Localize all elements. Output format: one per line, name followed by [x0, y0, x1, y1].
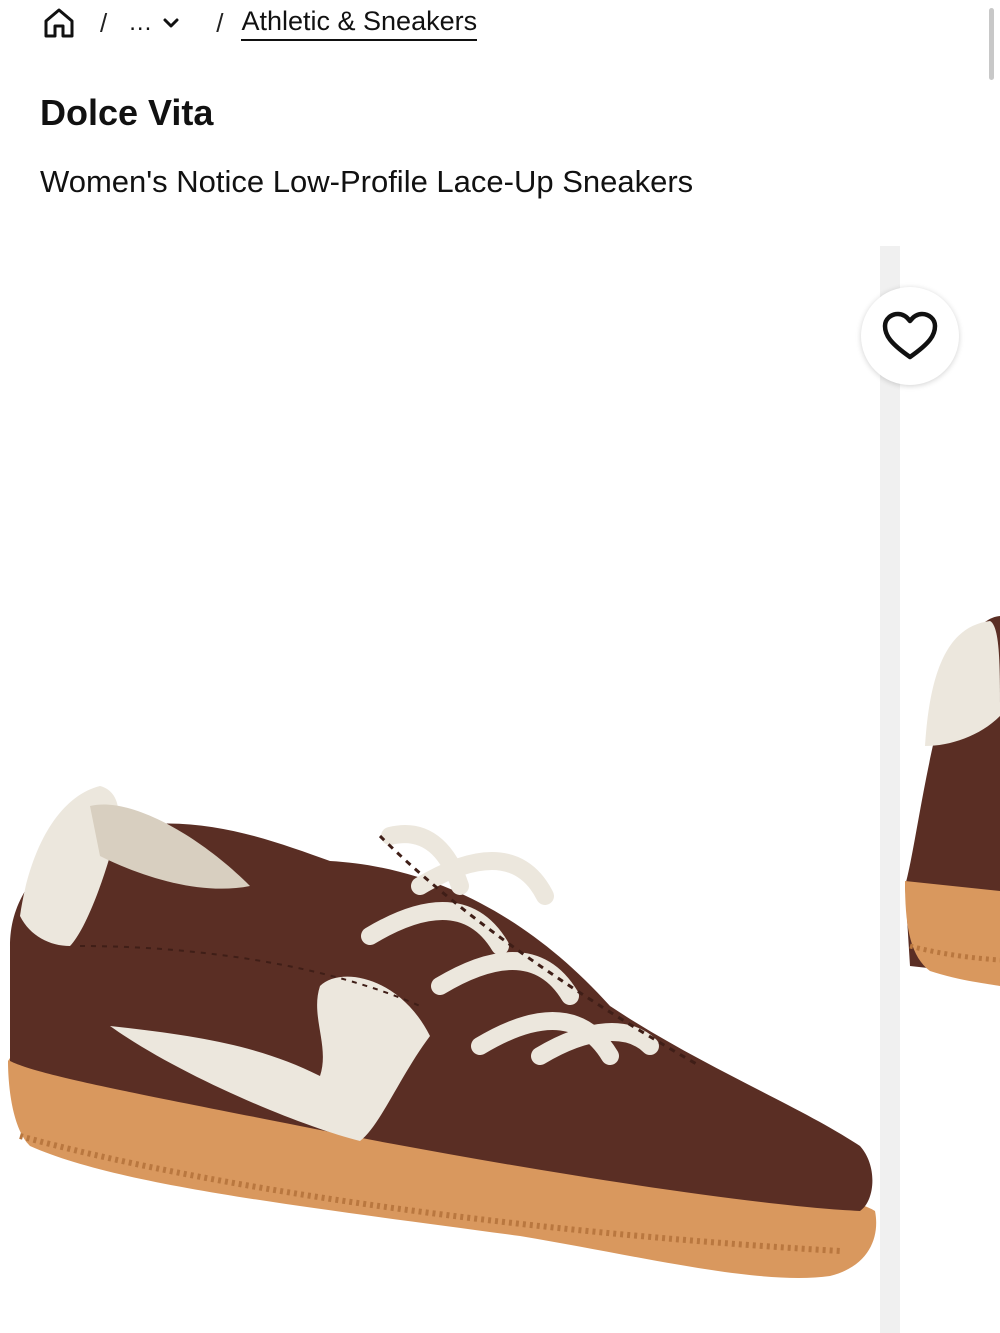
product-main-image[interactable]	[0, 246, 880, 1333]
page-scrollbar[interactable]	[989, 8, 994, 80]
breadcrumb: / ... / Athletic & Sneakers	[40, 0, 478, 46]
product-next-image[interactable]	[900, 246, 1000, 1333]
chevron-down-icon	[163, 18, 179, 28]
breadcrumb-separator: /	[100, 7, 108, 38]
breadcrumb-home[interactable]	[40, 4, 78, 42]
sneaker-image	[905, 616, 1000, 986]
sneaker-image	[8, 786, 877, 1278]
favorite-button[interactable]	[861, 287, 959, 385]
brand-name[interactable]: Dolce Vita	[40, 92, 213, 134]
breadcrumb-current-link[interactable]: Athletic & Sneakers	[241, 6, 478, 41]
home-icon	[44, 8, 74, 38]
product-title: Women's Notice Low-Profile Lace-Up Sneak…	[40, 164, 694, 199]
product-image-gallery[interactable]	[0, 246, 1000, 1333]
breadcrumb-more-button[interactable]: ...	[129, 9, 180, 37]
heart-icon	[882, 311, 938, 360]
breadcrumb-separator: /	[216, 7, 224, 38]
gallery-divider	[880, 246, 900, 1333]
breadcrumb-more-label: ...	[129, 9, 153, 36]
